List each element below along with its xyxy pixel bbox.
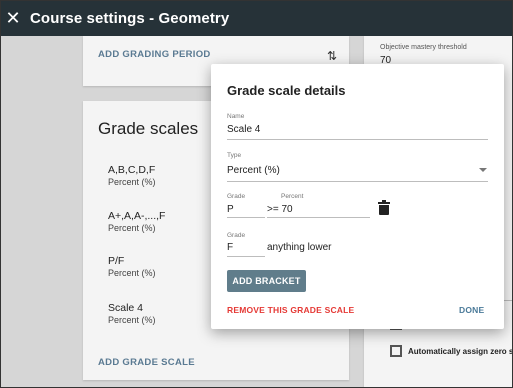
grade-scale-type: Percent (%) (108, 315, 156, 325)
grade-scales-heading: Grade scales (98, 119, 199, 138)
sort-icon[interactable]: ⇅ (327, 49, 337, 63)
app-bar: ✕ Course settings - Geometry (0, 0, 513, 36)
lower-grade-label: Grade (227, 232, 246, 239)
grade-scale-name: Scale 4 (108, 302, 144, 314)
grade-scale-name: A+,A,A-,...,F (108, 210, 166, 222)
bracket-grade-underline (227, 217, 265, 218)
grade-scale-name: A,B,C,D,F (108, 164, 156, 176)
add-grading-period-button[interactable]: ADD GRADING PERIOD (98, 49, 211, 60)
grade-scale-type: Percent (%) (108, 223, 156, 233)
grade-scale-item[interactable]: P/F Percent (%) (108, 255, 156, 278)
add-grade-scale-button[interactable]: ADD GRADE SCALE (98, 357, 195, 368)
mastery-threshold-label: Objective mastery threshold (380, 44, 467, 51)
bracket-percent-input[interactable]: >= 70 (267, 204, 293, 215)
grade-scale-item[interactable]: A,B,C,D,F Percent (%) (108, 164, 156, 187)
auto-zero-label: Automatically assign zero sco (408, 347, 513, 356)
grade-scale-name: P/F (108, 255, 125, 267)
name-underline (227, 139, 488, 140)
type-field-label: Type (227, 152, 242, 159)
grade-scale-type: Percent (%) (108, 268, 156, 278)
grade-scale-item[interactable]: Scale 4 Percent (%) (108, 302, 156, 325)
chevron-down-icon[interactable] (479, 168, 487, 172)
grade-scale-type: Percent (%) (108, 177, 156, 187)
name-field[interactable]: Scale 4 (227, 124, 260, 135)
type-select[interactable]: Percent (%) (227, 165, 280, 176)
anything-lower-text: anything lower (267, 242, 332, 253)
page-title: Course settings - Geometry (30, 9, 230, 27)
lower-grade-underline (227, 256, 265, 257)
name-field-label: Name (227, 113, 245, 120)
dialog-title: Grade scale details (227, 83, 346, 98)
remove-grade-scale-button[interactable]: REMOVE THIS GRADE SCALE (227, 305, 354, 315)
trash-icon[interactable] (378, 200, 390, 216)
close-icon[interactable]: ✕ (0, 0, 26, 36)
grade-scale-item[interactable]: A+,A,A-,...,F Percent (%) (108, 210, 165, 233)
done-button[interactable]: DONE (459, 305, 484, 315)
bracket-percent-underline (267, 217, 370, 218)
auto-zero-checkbox[interactable] (390, 345, 402, 357)
lower-grade-input[interactable]: F (227, 242, 233, 253)
bracket-percent-label: Percent (281, 193, 304, 200)
bracket-grade-label: Grade (227, 193, 246, 200)
add-bracket-button[interactable]: ADD BRACKET (227, 270, 306, 292)
grade-scale-dialog: Grade scale details Name Scale 4 Type Pe… (211, 64, 504, 329)
type-underline (227, 181, 488, 182)
bracket-grade-input[interactable]: P (227, 204, 234, 215)
